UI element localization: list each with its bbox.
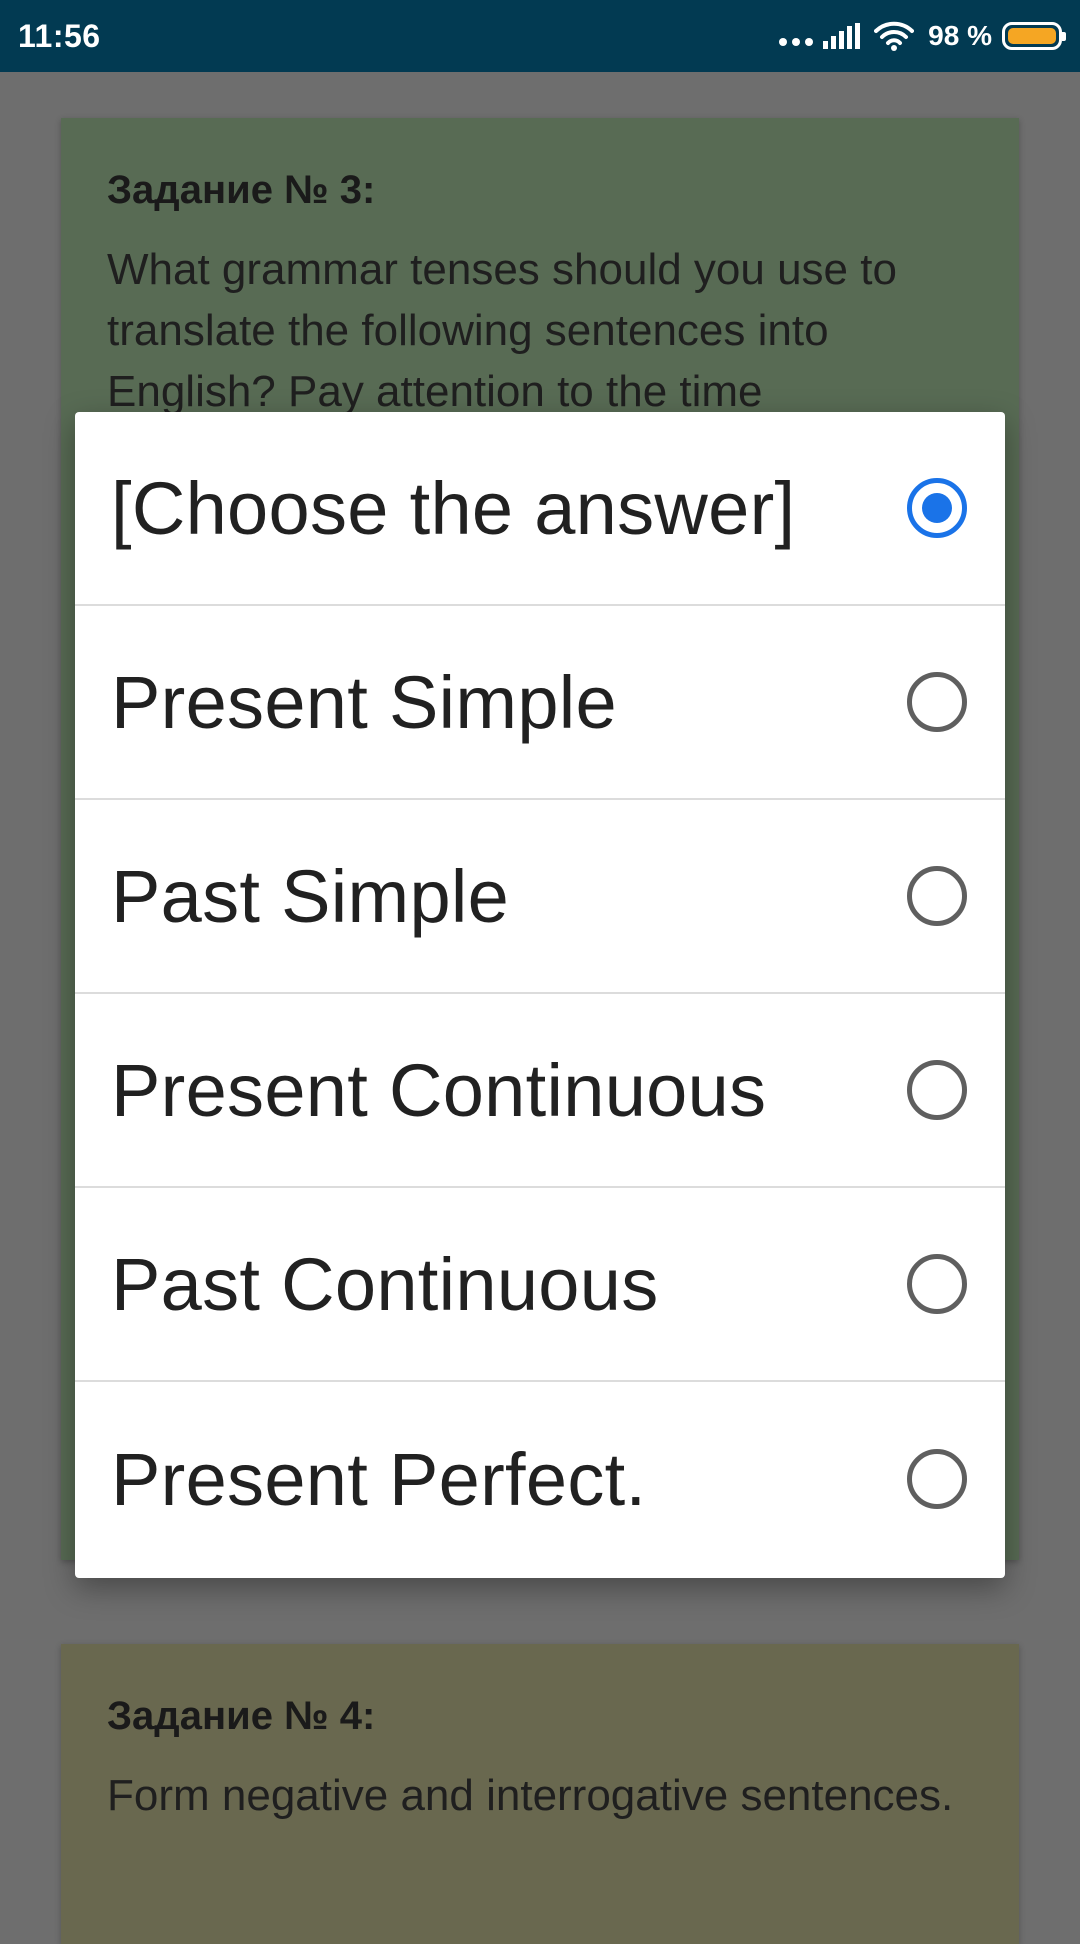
radio-checked-icon[interactable]: [907, 478, 967, 538]
option-past-continuous[interactable]: Past Continuous: [75, 1188, 1005, 1382]
option-label: Past Continuous: [111, 1242, 659, 1326]
dots-icon: [779, 38, 814, 46]
option-label: Past Simple: [111, 854, 510, 938]
task-card-4: Задание № 4: Form negative and interroga…: [61, 1644, 1019, 1944]
option-label: Present Perfect.: [111, 1437, 647, 1521]
battery-percent: 98 %: [928, 20, 992, 51]
option-label: Present Continuous: [111, 1048, 767, 1132]
option-present-continuous[interactable]: Present Continuous: [75, 994, 1005, 1188]
option-past-simple[interactable]: Past Simple: [75, 800, 1005, 994]
signal-icon: [823, 23, 861, 49]
answer-choice-dialog: [Choose the answer] Present Simple Past …: [75, 412, 1005, 1578]
option-choose-answer[interactable]: [Choose the answer]: [75, 412, 1005, 606]
radio-unchecked-icon[interactable]: [907, 1449, 967, 1509]
wifi-icon: [874, 21, 915, 51]
option-present-perfect[interactable]: Present Perfect.: [75, 1382, 1005, 1576]
task-text: Form negative and interrogative sentence…: [107, 1771, 954, 1820]
battery-icon: [1002, 22, 1066, 50]
task-title: Задание № 3:: [107, 168, 376, 212]
radio-unchecked-icon[interactable]: [907, 1254, 967, 1314]
task-text: What grammar tenses should you use to tr…: [107, 245, 897, 416]
option-label: Present Simple: [111, 660, 617, 744]
radio-unchecked-icon[interactable]: [907, 1060, 967, 1120]
status-bar: 11:56 98 %: [0, 0, 1080, 72]
option-present-simple[interactable]: Present Simple: [75, 606, 1005, 800]
task-title: Задание № 4:: [107, 1694, 376, 1738]
status-time: 11:56: [18, 18, 101, 54]
status-icons: 98 %: [779, 14, 1066, 58]
radio-unchecked-icon[interactable]: [907, 866, 967, 926]
radio-unchecked-icon[interactable]: [907, 672, 967, 732]
option-label: [Choose the answer]: [111, 466, 796, 550]
